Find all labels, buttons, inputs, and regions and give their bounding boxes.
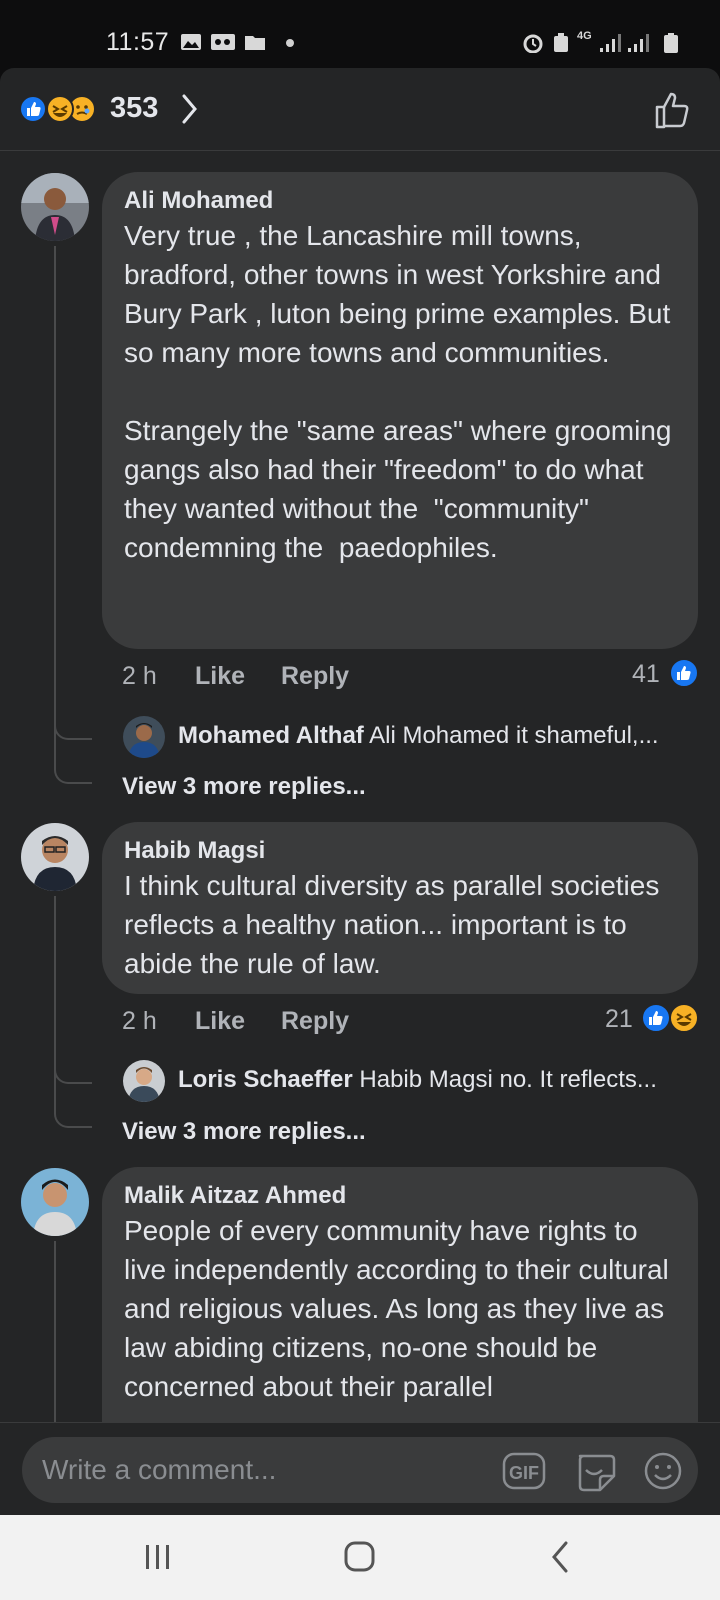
comments-list: Ali Mohamed Very true , the Lancashire m…	[0, 150, 720, 1490]
comment-author[interactable]: Ali Mohamed	[124, 186, 676, 216]
home-icon[interactable]	[342, 1535, 378, 1579]
view-more-replies[interactable]: View 3 more replies...	[122, 773, 366, 801]
like-outline-icon[interactable]	[654, 90, 694, 130]
reply-avatar[interactable]	[123, 716, 165, 758]
reply-button[interactable]: Reply	[281, 1007, 349, 1036]
signal-2-icon	[628, 34, 649, 52]
back-icon[interactable]	[548, 1535, 574, 1579]
comment-reaction-count[interactable]: 41	[632, 660, 660, 689]
reply-button[interactable]: Reply	[281, 662, 349, 691]
comment-reaction-count[interactable]: 21	[605, 1005, 633, 1034]
comment-text: People of every community have rights to…	[124, 1215, 677, 1402]
chevron-right-icon[interactable]	[180, 93, 200, 125]
comment-bubble[interactable]: Habib Magsi I think cultural diversity a…	[102, 822, 698, 994]
reply-preview[interactable]: Loris Schaeffer Habib Magsi no. It refle…	[178, 1066, 657, 1094]
status-bar: 11:57 4G	[0, 0, 720, 68]
comment-time: 2 h	[122, 662, 157, 690]
voicemail-icon	[211, 34, 235, 50]
battery-icon	[664, 33, 678, 53]
avatar[interactable]	[21, 173, 89, 241]
gif-label: GIF	[509, 1463, 539, 1483]
emoji-icon[interactable]	[643, 1451, 683, 1491]
signal-icon	[600, 34, 621, 52]
gif-icon[interactable]: GIF	[502, 1452, 546, 1490]
avatar[interactable]	[21, 823, 89, 891]
comment-text: I think cultural diversity as parallel s…	[124, 870, 668, 979]
comment-composer: GIF	[0, 1422, 720, 1515]
reply-preview[interactable]: Mohamed Althaf Ali Mohamed it shameful,.…	[178, 722, 659, 750]
reactions-header: 353	[0, 68, 720, 151]
reaction-count[interactable]: 353	[110, 92, 158, 125]
reply-avatar[interactable]	[123, 1060, 165, 1102]
like-button[interactable]: Like	[195, 1007, 245, 1036]
comment-author[interactable]: Habib Magsi	[124, 836, 676, 866]
reply-author[interactable]: Mohamed Althaf	[178, 722, 364, 749]
comment-bubble[interactable]: Ali Mohamed Very true , the Lancashire m…	[102, 172, 698, 649]
system-nav-bar	[0, 1515, 720, 1600]
reply-author[interactable]: Loris Schaeffer	[178, 1066, 353, 1093]
like-button[interactable]: Like	[195, 662, 245, 691]
gallery-icon	[181, 34, 201, 50]
reply-text: Ali Mohamed it shameful,...	[369, 722, 659, 749]
recent-apps-icon[interactable]	[142, 1535, 174, 1579]
battery-saver-icon	[554, 33, 568, 52]
comment-time: 2 h	[122, 1007, 157, 1035]
reactions-icon	[641, 1003, 699, 1033]
thread-branch	[54, 1070, 92, 1128]
reactions-summary-icon[interactable]	[18, 94, 102, 124]
network-type: 4G	[577, 30, 592, 42]
comments-sheet: 353 Ali Mohamed Very true , the Lancashi…	[0, 68, 720, 1515]
comment-text: Very true , the Lancashire mill towns, b…	[124, 220, 672, 563]
comment-author[interactable]: Malik Aitzaz Ahmed	[124, 1181, 676, 1211]
like-reaction-icon	[669, 658, 699, 688]
folder-icon	[245, 36, 265, 50]
thread-line	[54, 246, 56, 726]
sticker-icon[interactable]	[574, 1450, 616, 1492]
alarm-icon	[523, 34, 543, 53]
avatar[interactable]	[21, 1168, 89, 1236]
thread-line	[54, 896, 56, 1071]
notification-dot	[286, 39, 294, 47]
view-more-replies[interactable]: View 3 more replies...	[122, 1118, 366, 1146]
thread-branch	[54, 726, 92, 784]
status-time: 11:57	[106, 28, 170, 56]
reply-text: Habib Magsi no. It reflects...	[359, 1066, 657, 1093]
